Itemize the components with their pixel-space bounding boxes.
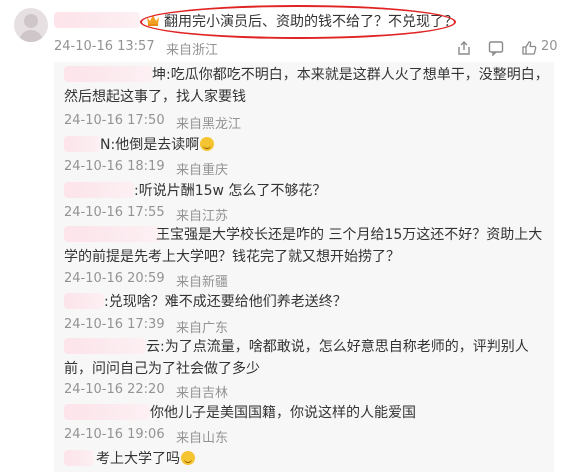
reply-time: 24-10-16 17:50 (64, 113, 165, 128)
reply-text: :听说片酬15w 怎么了不够花？ (134, 183, 327, 199)
reply-text: 云:为了点流量，啥都敢说，怎么好意思自称老师的，评判别人前，问问自己为了社会做了… (64, 339, 529, 377)
reply-time: 24-10-16 20:59 (64, 271, 165, 286)
reply-text: 你他儿子是美国国籍，你说这样的人能爱国 (150, 405, 416, 421)
reply-location: 来自新疆 (176, 275, 229, 290)
reply-location: 来自广东 (176, 321, 229, 336)
reply-text: 坤:吃瓜你都吃不明白，本来就是这群人火了想单干，没整明白，然后想起这事了，找人家… (64, 67, 549, 105)
redacted-username (64, 450, 94, 466)
reply-text: N:他倒是去读啊 (100, 134, 540, 156)
avatar[interactable] (14, 8, 48, 42)
reply-time: 24-10-16 17:55 (64, 205, 165, 220)
like-icon[interactable] (521, 40, 537, 56)
reply-time: 24-10-16 18:19 (64, 159, 165, 174)
reply-location: 来自黑龙江 (176, 117, 242, 132)
highlight-circle (140, 5, 456, 39)
redacted-username (64, 136, 100, 152)
grin-emoji-icon (181, 451, 195, 465)
grin-emoji-icon (200, 137, 215, 151)
reply-text: 考上大学了吗 (96, 448, 536, 470)
like-count: 20 (541, 39, 558, 54)
redacted-username (64, 182, 134, 198)
reply-text: 王宝强是大学校长还是咋的 三个月给15万这还不好？资助上大学的前提是先考上大学吧… (64, 227, 543, 265)
comment-icon[interactable] (488, 40, 504, 56)
redacted-username (64, 404, 150, 420)
reply-location: 来自江苏 (176, 209, 229, 224)
comment-location: 来自浙江 (166, 43, 219, 58)
reply-time: 24-10-16 17:39 (64, 317, 165, 332)
redacted-username (54, 12, 140, 28)
reply-thread: 坤:吃瓜你都吃不明白，本来就是这群人火了想单干，没整明白，然后想起这事了，找人家… (54, 62, 554, 472)
redacted-username (64, 293, 104, 309)
reply-time: 24-10-16 22:20 (64, 382, 165, 397)
comment-time: 24-10-16 13:57 (54, 39, 155, 54)
reply-location: 来自重庆 (176, 163, 229, 178)
share-icon[interactable] (456, 40, 472, 56)
reply-location: 来自吉林 (176, 386, 229, 401)
reply-text: :兑现啥？难不成还要给他们养老送终？ (104, 294, 347, 310)
reply-time: 24-10-16 19:06 (64, 427, 165, 442)
reply-location: 来自山东 (176, 431, 229, 446)
